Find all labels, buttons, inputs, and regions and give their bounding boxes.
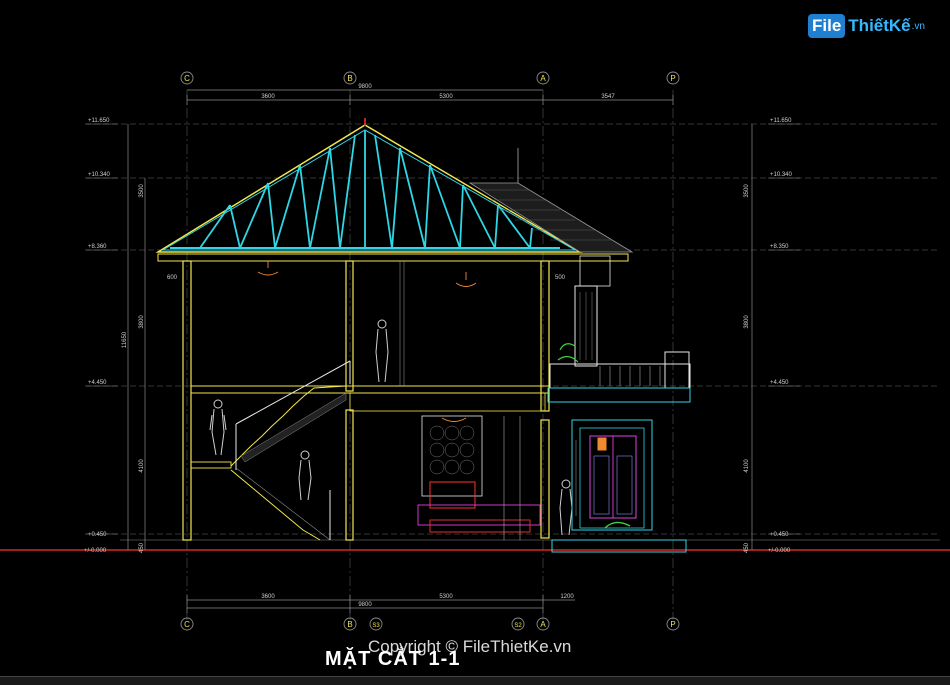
cad-section-drawing: C B A P C B S3 S2 A P 9800 3600 5300 354… [0,71,950,631]
vertical-dimension-lines [127,124,753,550]
walls [182,260,550,541]
bottom-dimension-chain [186,595,575,613]
level-right-5: +0.450 [770,532,789,538]
level-left-5: +0.450 [88,532,107,538]
grid-bubbles-bottom [180,617,680,631]
grid-label-top-2: A [540,74,546,83]
brand-logo: File ThiếtKế .vn [808,12,926,40]
dim-eave-right: 500 [555,275,566,281]
logo-tld-text: .vn [911,20,925,32]
staircase [230,360,351,541]
dim-bottom-seg2: 5300 [439,594,453,600]
vdim-left-0: 3500 [139,184,145,198]
grid-bubbles-top [180,71,680,85]
chandeliers [257,261,477,422]
grid-label-top-1: B [347,74,352,83]
dim-top-seg2: 5300 [439,94,453,100]
human-figures [209,319,573,536]
grid-label-top-3: P [670,74,675,83]
level-ticks [86,123,800,535]
level-right-1: +11.650 [770,118,792,124]
dim-top-total: 9800 [358,84,372,90]
copyright-watermark: Copyright © FileThietKe.vn [368,637,572,656]
grid-label-bottom-0: C [184,620,190,629]
level-left-4: +4.450 [88,380,107,386]
vdim-left-total: 11650 [122,331,128,348]
grid-label-bottom-4: A [540,620,546,629]
level-left-3: +8.360 [88,244,107,250]
vdim-right-2: 4100 [744,459,750,473]
vdim-right-1: 3800 [744,315,750,329]
vdim-left-2: 4100 [139,459,145,473]
logo-file-text: File [808,14,846,38]
vdim-left-1: 3800 [139,315,145,329]
front-entrance [551,419,687,553]
dim-bottom-seg3: 1200 [560,594,574,600]
level-right-6: +/-0.000 [768,548,791,554]
grid-label-bottom-3: S2 [514,623,522,629]
level-right-3: +8.350 [770,244,789,250]
logo-rest-text: ThiếtKế [848,16,911,35]
level-left-1: +11.650 [88,118,110,124]
grid-label-top-0: C [184,74,190,83]
dim-eave-left: 600 [167,275,178,281]
level-right-4: +4.450 [770,380,789,386]
dim-bottom-seg1: 3600 [261,594,275,600]
level-left-6: +/-0.000 [84,548,107,554]
grid-label-bottom-2: S3 [372,623,380,629]
top-dimension-chain [186,89,674,105]
level-right-2: +10.340 [770,172,793,178]
vdim-right-3: 450 [744,542,750,553]
grid-label-bottom-5: P [670,620,675,629]
roof-truss [155,118,634,253]
vdim-left-3: 450 [139,542,145,553]
living-room-feature-wall [417,415,541,540]
level-left-2: +10.340 [88,172,111,178]
vdim-right-0: 3500 [744,184,750,198]
grid-label-bottom-1: B [347,620,352,629]
upper-floor-slab [157,253,629,287]
dim-top-seg3: 3547 [601,94,615,100]
dim-top-seg1: 3600 [261,94,275,100]
front-balcony [547,285,691,403]
dim-bottom-total: 9800 [358,602,372,608]
